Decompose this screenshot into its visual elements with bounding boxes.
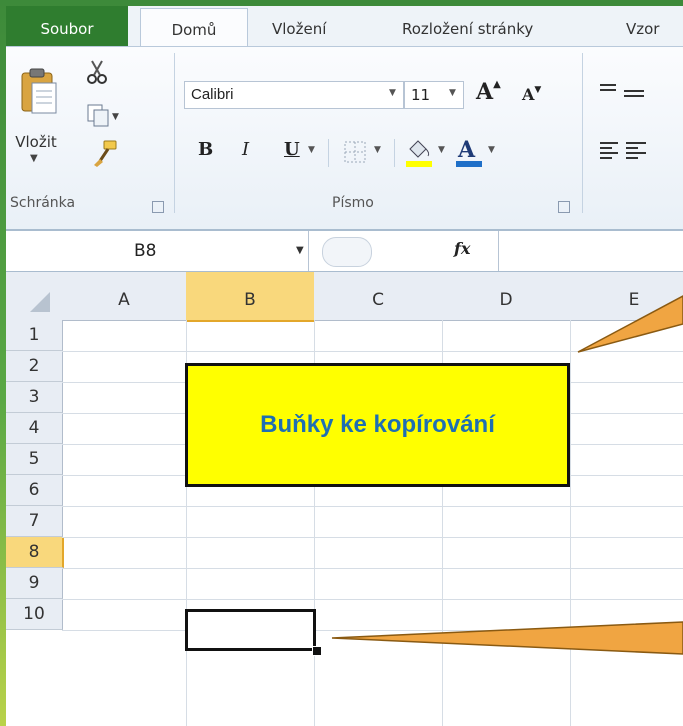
fx-icon[interactable]: fx: [454, 239, 470, 258]
chevron-down-icon: ▼: [449, 88, 456, 98]
format-painter-icon[interactable]: [92, 139, 120, 167]
tab-insert[interactable]: Vložení: [272, 6, 326, 46]
separator: [394, 139, 395, 167]
clipboard-group-label: Schránka: [10, 195, 76, 211]
name-box-value: B8: [134, 241, 157, 261]
paste-dropdown-icon[interactable]: ▼: [30, 153, 38, 164]
borders-icon[interactable]: [342, 139, 368, 165]
italic-button[interactable]: I: [242, 139, 249, 160]
chevron-down-icon: ▼: [389, 88, 396, 98]
align-left-icon[interactable]: [598, 139, 678, 163]
separator: [582, 53, 583, 213]
font-launcher-icon[interactable]: [558, 201, 570, 213]
formula-bar: B8 ▼ fx: [6, 230, 683, 272]
pointer-arrow-top: [577, 295, 683, 353]
name-box[interactable]: B8 ▼: [6, 231, 309, 271]
tab-page-layout[interactable]: Rozložení stránky: [402, 6, 533, 46]
pointer-arrow-bottom: [331, 621, 683, 655]
paste-button-label[interactable]: Vložit: [6, 133, 66, 151]
svg-text:A: A: [457, 137, 476, 163]
formula-bar-splitter[interactable]: [322, 237, 372, 267]
chevron-down-icon[interactable]: ▼: [308, 145, 315, 155]
font-color-icon[interactable]: A: [454, 135, 484, 169]
separator: [328, 139, 329, 167]
separator: [174, 53, 175, 213]
formula-input[interactable]: [498, 231, 683, 271]
tab-home[interactable]: Domů: [140, 8, 248, 49]
font-size-value: 11: [411, 86, 431, 104]
chevron-down-icon[interactable]: ▼: [488, 145, 495, 155]
svg-text:▼: ▼: [112, 112, 119, 122]
bold-button[interactable]: B: [198, 139, 213, 160]
font-name-dropdown[interactable]: Calibri ▼: [184, 81, 404, 109]
chevron-down-icon[interactable]: ▼: [438, 145, 445, 155]
chevron-down-icon[interactable]: ▼: [374, 145, 381, 155]
top-align-icon[interactable]: [598, 81, 678, 105]
tab-file[interactable]: Soubor: [6, 6, 128, 46]
underline-button[interactable]: U: [284, 139, 300, 160]
chevron-down-icon: ▼: [296, 245, 304, 256]
paste-icon[interactable]: [20, 67, 60, 123]
font-name-value: Calibri: [191, 86, 234, 103]
cut-icon[interactable]: [86, 59, 108, 85]
worksheet-grid[interactable]: A B C D E 1 2 3 4 5 6 7 8 9 10 Buňky ke …: [6, 272, 683, 726]
fill-color-icon[interactable]: [404, 137, 434, 169]
ribbon-tab-row: Soubor Domů Vložení Rozložení stránky Vz…: [6, 6, 683, 49]
clipboard-launcher-icon[interactable]: [152, 201, 164, 213]
shrink-font-icon[interactable]: A▼: [522, 85, 541, 104]
tab-formulas[interactable]: Vzor: [626, 6, 659, 46]
pointer-arrows: [331, 295, 683, 655]
font-size-dropdown[interactable]: 11 ▼: [404, 81, 464, 109]
grow-font-icon[interactable]: A▲: [476, 79, 501, 105]
font-group-label: Písmo: [332, 195, 374, 211]
ribbon-home: Vložit ▼ ▼ Schránka Calibri ▼ 11 ▼ A▲ A▼…: [6, 46, 683, 230]
copy-icon[interactable]: ▼: [86, 103, 120, 129]
